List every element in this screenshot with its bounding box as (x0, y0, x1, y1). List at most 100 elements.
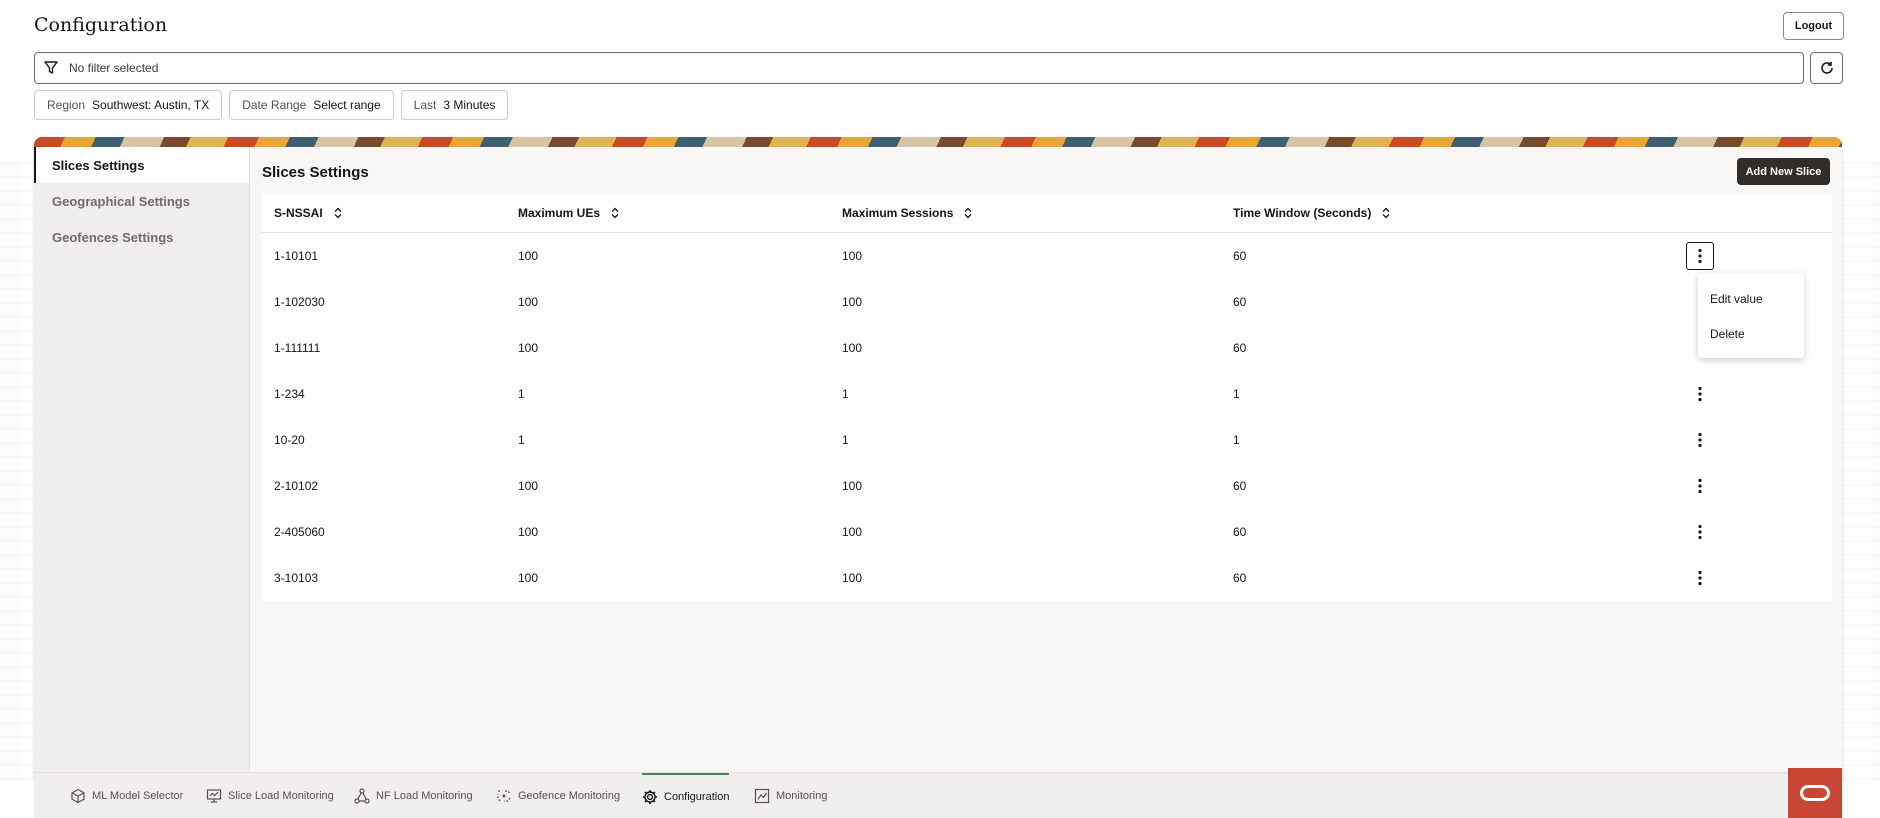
settings-card: Slices Settings Geographical Settings Ge… (34, 137, 1842, 781)
chip-value: Select range (313, 98, 381, 112)
bottom-navigation: ML Model Selector Slice Load Monitoring … (34, 772, 1842, 818)
table-row: 3-10103 100 100 60 (262, 555, 1832, 601)
oracle-logo (1788, 768, 1842, 818)
cell-snssai: 2-405060 (274, 525, 325, 539)
filter-bar[interactable]: No filter selected (34, 52, 1804, 84)
cell-max-sessions: 100 (842, 525, 863, 539)
row-actions-button[interactable] (1686, 472, 1714, 500)
chip-key: Date Range (242, 98, 307, 112)
cell-max-sessions: 1 (842, 387, 849, 401)
cell-time-window: 60 (1233, 341, 1247, 355)
sidebar-item-slices-settings[interactable]: Slices Settings (34, 147, 249, 183)
cell-max-ues: 1 (518, 433, 525, 447)
table-row: 2-405060 100 100 60 (262, 509, 1832, 555)
cell-snssai: 10-20 (274, 433, 305, 447)
table-row: 1-102030 100 100 60 (262, 279, 1832, 325)
cell-snssai: 1-102030 (274, 295, 325, 309)
cell-max-ues: 100 (518, 295, 539, 309)
column-header-time-window[interactable]: Time Window (Seconds) (1233, 193, 1391, 233)
nav-item-ml-model-selector[interactable]: ML Model Selector (70, 773, 183, 818)
nav-item-geofence-monitoring[interactable]: Geofence Monitoring (496, 773, 620, 818)
decorative-banner (34, 137, 1842, 147)
sidebar-item-geofences-settings[interactable]: Geofences Settings (34, 219, 249, 255)
sidebar-item-geographical-settings[interactable]: Geographical Settings (34, 183, 249, 219)
cell-max-sessions: 100 (842, 295, 863, 309)
row-actions-button[interactable] (1686, 426, 1714, 454)
nav-label: ML Model Selector (92, 790, 184, 802)
sort-icon (611, 207, 619, 219)
table-row: 10-20 1 1 1 (262, 417, 1832, 463)
column-label: Time Window (Seconds) (1233, 206, 1372, 220)
table-header: S-NSSAI Maximum UEs Maximum Sessions Tim… (262, 193, 1832, 233)
cell-snssai: 1-10101 (274, 249, 319, 263)
menu-item-delete[interactable]: Delete (1698, 316, 1804, 351)
row-actions-button[interactable] (1686, 564, 1714, 592)
nav-item-configuration[interactable]: Configuration (642, 773, 730, 818)
cell-snssai: 2-10102 (274, 479, 319, 493)
cell-max-sessions: 100 (842, 479, 863, 493)
nav-label: Monitoring (776, 790, 828, 802)
logout-button[interactable]: Logout (1783, 12, 1844, 40)
region-chip[interactable]: Region Southwest: Austin, TX (34, 90, 223, 120)
page-title: Configuration (34, 14, 168, 36)
cell-max-ues: 100 (518, 249, 539, 263)
cell-max-ues: 100 (518, 571, 539, 585)
settings-sidebar: Slices Settings Geographical Settings Ge… (34, 147, 250, 781)
date-range-chip[interactable]: Date Range Select range (229, 90, 394, 120)
refresh-icon (1820, 61, 1833, 74)
row-actions-menu: Edit value Delete (1698, 273, 1804, 358)
table-row: 1-10101 100 100 60 (262, 233, 1832, 279)
filter-icon (44, 61, 58, 74)
cell-time-window: 60 (1233, 295, 1247, 309)
cell-max-sessions: 100 (842, 249, 863, 263)
cell-max-ues: 100 (518, 341, 539, 355)
cell-max-ues: 1 (518, 387, 525, 401)
menu-item-edit-value[interactable]: Edit value (1698, 281, 1804, 316)
chart-icon (754, 788, 770, 804)
chip-key: Region (47, 98, 86, 112)
kebab-menu-icon (1698, 478, 1702, 494)
refresh-button[interactable] (1810, 52, 1843, 84)
kebab-menu-icon (1698, 386, 1702, 402)
cell-time-window: 60 (1233, 249, 1247, 263)
last-period-chip[interactable]: Last 3 Minutes (400, 90, 509, 120)
cell-snssai: 3-10103 (274, 571, 319, 585)
table-row: 1-234 1 1 1 (262, 371, 1832, 417)
cell-max-sessions: 100 (842, 341, 863, 355)
nav-item-slice-load-monitoring[interactable]: Slice Load Monitoring (206, 773, 334, 818)
nav-item-monitoring[interactable]: Monitoring (754, 773, 827, 818)
cell-snssai: 1-234 (274, 387, 305, 401)
row-actions-button[interactable] (1686, 242, 1714, 270)
slices-table: S-NSSAI Maximum UEs Maximum Sessions Tim… (262, 193, 1832, 601)
cell-time-window: 1 (1233, 433, 1240, 447)
chip-key: Last (413, 98, 437, 112)
section-title: Slices Settings (262, 164, 369, 181)
row-actions-button[interactable] (1686, 518, 1714, 546)
sort-icon (1382, 207, 1390, 219)
add-new-slice-button[interactable]: Add New Slice (1737, 158, 1830, 185)
slices-content: Slices Settings Add New Slice S-NSSAI Ma… (262, 147, 1832, 781)
cube-icon (71, 788, 85, 804)
column-header-max-ues[interactable]: Maximum UEs (518, 193, 620, 233)
column-label: Maximum Sessions (842, 206, 954, 220)
column-header-snssai[interactable]: S-NSSAI (274, 193, 343, 233)
kebab-menu-icon (1698, 570, 1702, 586)
nav-item-nf-load-monitoring[interactable]: NF Load Monitoring (354, 773, 473, 818)
kebab-menu-icon (1698, 248, 1702, 264)
table-row: 1-111111 100 100 60 (262, 325, 1832, 371)
cell-time-window: 60 (1233, 571, 1247, 585)
cell-max-ues: 100 (518, 479, 539, 493)
network-nodes-icon (354, 788, 370, 804)
gear-icon (643, 790, 657, 804)
nav-label: Slice Load Monitoring (228, 790, 334, 802)
column-label: Maximum UEs (518, 206, 601, 220)
cell-max-ues: 100 (518, 525, 539, 539)
cell-max-sessions: 100 (842, 571, 863, 585)
column-header-max-sessions[interactable]: Maximum Sessions (842, 193, 973, 233)
monitor-icon (206, 789, 222, 803)
row-actions-button[interactable] (1686, 380, 1714, 408)
filter-chips: Region Southwest: Austin, TX Date Range Se… (34, 90, 509, 120)
kebab-menu-icon (1698, 524, 1702, 540)
column-label: S-NSSAI (274, 206, 323, 220)
nav-label: Geofence Monitoring (518, 790, 621, 802)
